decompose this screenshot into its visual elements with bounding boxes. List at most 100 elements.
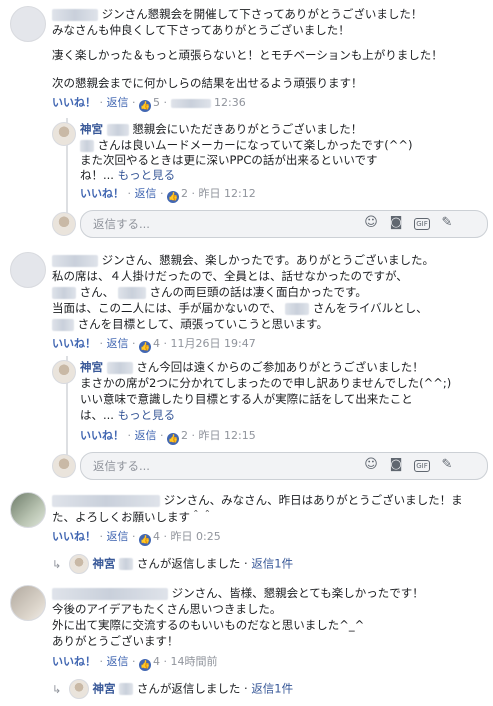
like-button[interactable]: いいね！ [52, 96, 96, 109]
reply-button[interactable]: 返信 [135, 187, 157, 200]
reply-text-line: ね！... もっと見る [80, 168, 176, 182]
blurred-name[interactable] [52, 494, 160, 507]
like-count[interactable]: 4 [153, 530, 160, 543]
blurred-name [285, 302, 310, 315]
camera-icon[interactable]: ◙ [388, 215, 404, 231]
comment-text-line: さんを目標として、頑張っていこうと思います。 [52, 317, 328, 332]
like-button[interactable]: いいね！ [52, 655, 96, 668]
commenter-avatar[interactable] [10, 6, 46, 42]
reply-text-line: まさかの席が2つに分かれてしまったので申し訳ありませんでした(^^;) [80, 376, 452, 390]
comment-text-line: 今後のアイデアもたくさん思いつきました。 [52, 602, 282, 616]
comment-text-line: 私の席は、４人掛けだったので、全員とは、話せなかったのですが、 [52, 269, 408, 283]
commenter-avatar[interactable] [10, 252, 46, 288]
like-count-icon: 👍 [167, 191, 179, 203]
reply-count[interactable]: 返信1件 [251, 682, 293, 696]
replies-summary[interactable]: ↳ 神宮 さんが返信しました · 返信1件 [52, 554, 293, 574]
reply-author[interactable]: 神宮 [80, 122, 103, 136]
blurred-name [119, 683, 134, 695]
emoji-icon[interactable]: ☺ [363, 457, 379, 473]
blurred-name [106, 361, 133, 374]
like-button[interactable]: いいね！ [52, 337, 96, 350]
commenter-avatar[interactable] [10, 585, 46, 621]
like-count[interactable]: 4 [153, 337, 160, 350]
commenter-avatar[interactable] [10, 492, 46, 528]
timestamp[interactable]: 昨日 12:12 [199, 187, 256, 200]
reply-button[interactable]: 返信 [107, 655, 129, 668]
like-count[interactable]: 5 [153, 96, 160, 109]
reply-count[interactable]: 返信1件 [251, 557, 293, 571]
sticker-icon[interactable]: ✎ [439, 457, 455, 473]
like-button[interactable]: いいね！ [52, 530, 96, 543]
blurred-name [119, 558, 134, 570]
comment-text-line: ジンさん、みなさん、昨日はありがとうございました！ま [52, 493, 463, 508]
camera-icon[interactable]: ◙ [388, 457, 404, 473]
reply-input[interactable]: 返信する... ☺ ◙ GIF ✎ [80, 452, 488, 480]
timestamp[interactable]: 昨日 12:15 [199, 429, 256, 442]
reply-input[interactable]: 返信する... ☺ ◙ GIF ✎ [80, 210, 488, 238]
reply-button[interactable]: 返信 [107, 337, 129, 350]
timestamp[interactable]: 12:36 [214, 96, 246, 109]
reply-author[interactable]: 神宮 [80, 360, 103, 374]
sticker-icon[interactable]: ✎ [439, 215, 455, 231]
reply-actions: いいね！ · 返信 · 👍 2 · 昨日 12:15 [80, 429, 256, 445]
reply-avatar [68, 679, 89, 699]
like-count-icon: 👍 [167, 433, 179, 445]
comment-text-line: ジンさん懇親会を開催して下さってありがとうございました！ [52, 7, 422, 22]
comment-actions: いいね！ · 返信 · 👍 4 · 昨日 0:25 [52, 530, 221, 546]
blurred-name[interactable] [52, 587, 168, 600]
comment-text-line: 当面は、この二人には、手が届かないので、 さんをライバルとし、 [52, 301, 428, 315]
replies-summary[interactable]: ↳ 神宮 さんが返信しました · 返信1件 [52, 679, 293, 699]
comment-actions: いいね！ · 返信 · 👍 4 · 11月26日 19:47 [52, 337, 256, 353]
comment-actions: いいね！ · 返信 · 👍 4 · 14時間前 [52, 655, 218, 671]
comment-actions: いいね！ · 返信 · 👍 5 · 12:36 [52, 96, 246, 112]
comment-text-line: ありがとうございます！ [52, 634, 179, 648]
like-count[interactable]: 4 [153, 655, 160, 668]
timestamp[interactable]: 14時間前 [171, 655, 218, 668]
gif-icon[interactable]: GIF [414, 218, 430, 230]
comment-text-line: ジンさん、懇親会、楽しかったです。ありがとうございました。 [52, 253, 434, 268]
like-count-icon: 👍 [139, 100, 151, 112]
comment-text-line: 外に出て実際に交流するのもいいものだなと思いました^_^ [52, 618, 365, 632]
reply-text-line: は、... もっと見る [80, 408, 176, 422]
comment-text-line: さん、 さんの両巨頭の話は凄く面白かったです。 [52, 285, 367, 300]
reply-composer-avatar [52, 212, 76, 236]
reply-button[interactable]: 返信 [135, 429, 157, 442]
reply-text-line: 神宮 懇親会にいただきありがとうございました！ [80, 122, 363, 136]
reply-placeholder: 返信する... [93, 459, 150, 473]
reply-arrow-icon: ↳ [52, 557, 62, 571]
blurred-name [117, 286, 146, 299]
comment-text-line: みなさんも仲良くして下さってありがとうございました！ [52, 23, 350, 37]
gif-icon[interactable]: GIF [414, 460, 430, 472]
reply-avatar [68, 554, 89, 574]
emoji-icon[interactable]: ☺ [363, 215, 379, 231]
reply-button[interactable]: 返信 [107, 96, 129, 109]
like-count-icon: 👍 [139, 341, 151, 353]
reply-button[interactable]: 返信 [107, 530, 129, 543]
reply-composer-avatar [52, 454, 76, 478]
blurred-name[interactable] [52, 8, 98, 21]
blurred-name[interactable] [52, 254, 98, 267]
comment-text-line: た、よろしくお願いします＾＾ [52, 510, 213, 524]
like-count[interactable]: 2 [181, 429, 188, 442]
like-count-icon: 👍 [139, 534, 151, 546]
like-button[interactable]: いいね！ [80, 429, 124, 442]
blurred-name [106, 123, 129, 136]
blurred-name [52, 318, 74, 331]
comment-text-line: 凄く楽しかった＆もっと頑張らないと！とモチベーションも上がりました！ [52, 48, 443, 62]
reply-text-line: いい意味で意識したり目標とする人が実際に話をして出来たこと [80, 392, 413, 406]
see-more-link[interactable]: もっと見る [118, 408, 176, 422]
reply-placeholder: 返信する... [93, 217, 150, 231]
timestamp[interactable]: 昨日 0:25 [171, 530, 221, 543]
comment-text-line: 次の懇親会までに何かしらの結果を出せるよう頑張ります！ [52, 76, 363, 90]
like-button[interactable]: いいね！ [80, 187, 124, 200]
see-more-link[interactable]: もっと見る [118, 168, 176, 182]
timestamp[interactable]: 11月26日 19:47 [171, 337, 256, 350]
reply-avatar[interactable] [52, 360, 76, 384]
blurred-name [80, 139, 94, 152]
comment-text-line: ジンさん、皆様、懇親会とても楽しかったです！ [52, 586, 424, 601]
like-count[interactable]: 2 [181, 187, 188, 200]
reply-text-line: また次回やるときは更に深いPPCの話が出来るといいです [80, 153, 378, 167]
reply-arrow-icon: ↳ [52, 682, 62, 696]
blurred-name [52, 286, 76, 299]
reply-avatar[interactable] [52, 122, 76, 146]
